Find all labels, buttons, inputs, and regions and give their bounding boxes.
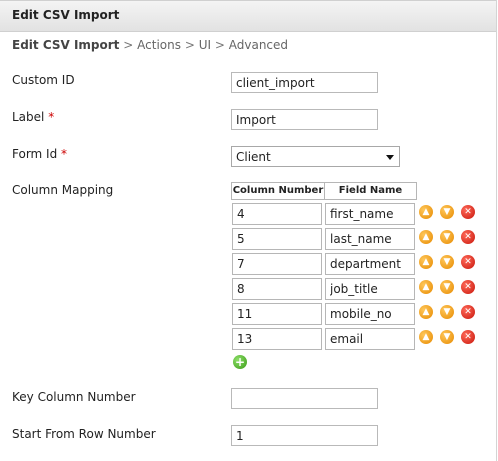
field-name-input[interactable] [325, 253, 415, 275]
arrow-down-icon[interactable]: ▼ [440, 280, 454, 294]
delete-icon[interactable]: ✕ [461, 330, 475, 344]
form-id-select[interactable]: Client [231, 146, 400, 167]
arrow-up-icon[interactable]: ▲ [419, 330, 433, 344]
delete-icon[interactable]: ✕ [461, 205, 475, 219]
start-row-label: Start From Row Number [12, 427, 156, 441]
field-name-header: Field Name [324, 182, 417, 200]
breadcrumb-current: Edit CSV Import [12, 38, 120, 52]
column-mapping-label: Column Mapping [12, 183, 114, 197]
title-bar: Edit CSV Import [0, 0, 496, 32]
custom-id-input[interactable] [231, 72, 378, 93]
field-name-input[interactable] [325, 203, 415, 225]
field-name-input[interactable] [325, 228, 415, 250]
column-number-input[interactable] [232, 303, 322, 325]
arrow-down-icon[interactable]: ▼ [440, 205, 454, 219]
breadcrumb-link-ui[interactable]: UI [199, 38, 211, 52]
breadcrumb-link-actions[interactable]: Actions [137, 38, 181, 52]
column-number-input[interactable] [232, 328, 322, 350]
breadcrumb-link-advanced[interactable]: Advanced [229, 38, 288, 52]
arrow-up-icon[interactable]: ▲ [419, 255, 433, 269]
window-title: Edit CSV Import [12, 8, 120, 22]
label-input[interactable] [231, 109, 378, 130]
field-name-input[interactable] [325, 303, 415, 325]
chevron-down-icon [386, 155, 394, 160]
breadcrumb-separator: > [214, 38, 225, 52]
column-number-input[interactable] [232, 228, 322, 250]
key-column-label: Key Column Number [12, 390, 136, 404]
column-number-input[interactable] [232, 203, 322, 225]
field-name-input[interactable] [325, 278, 415, 300]
arrow-up-icon[interactable]: ▲ [419, 305, 433, 319]
required-marker: * [61, 147, 68, 161]
arrow-down-icon[interactable]: ▼ [440, 255, 454, 269]
arrow-up-icon[interactable]: ▲ [419, 205, 433, 219]
arrow-up-icon[interactable]: ▲ [419, 280, 433, 294]
delete-icon[interactable]: ✕ [461, 305, 475, 319]
arrow-down-icon[interactable]: ▼ [440, 230, 454, 244]
start-row-input[interactable] [231, 425, 378, 446]
form-id-selected-value: Client [236, 150, 271, 164]
form-id-label: Form Id * [12, 147, 67, 161]
delete-icon[interactable]: ✕ [461, 230, 475, 244]
arrow-up-icon[interactable]: ▲ [419, 230, 433, 244]
required-marker: * [48, 110, 55, 124]
label-field-text: Label [12, 110, 45, 124]
add-icon[interactable]: + [233, 355, 247, 369]
delete-icon[interactable]: ✕ [461, 255, 475, 269]
arrow-down-icon[interactable]: ▼ [440, 330, 454, 344]
custom-id-label: Custom ID [12, 73, 75, 87]
panel-border [496, 0, 497, 461]
column-number-input[interactable] [232, 253, 322, 275]
breadcrumb-separator: > [123, 38, 134, 52]
delete-icon[interactable]: ✕ [461, 280, 475, 294]
breadcrumb-separator: > [184, 38, 195, 52]
field-name-input[interactable] [325, 328, 415, 350]
arrow-down-icon[interactable]: ▼ [440, 305, 454, 319]
form-id-text: Form Id [12, 147, 58, 161]
key-column-input[interactable] [231, 388, 378, 409]
label-field-label: Label * [12, 110, 54, 124]
column-number-header: Column Number [231, 182, 325, 200]
breadcrumb: Edit CSV Import > Actions > UI > Advance… [12, 38, 288, 52]
column-number-input[interactable] [232, 278, 322, 300]
